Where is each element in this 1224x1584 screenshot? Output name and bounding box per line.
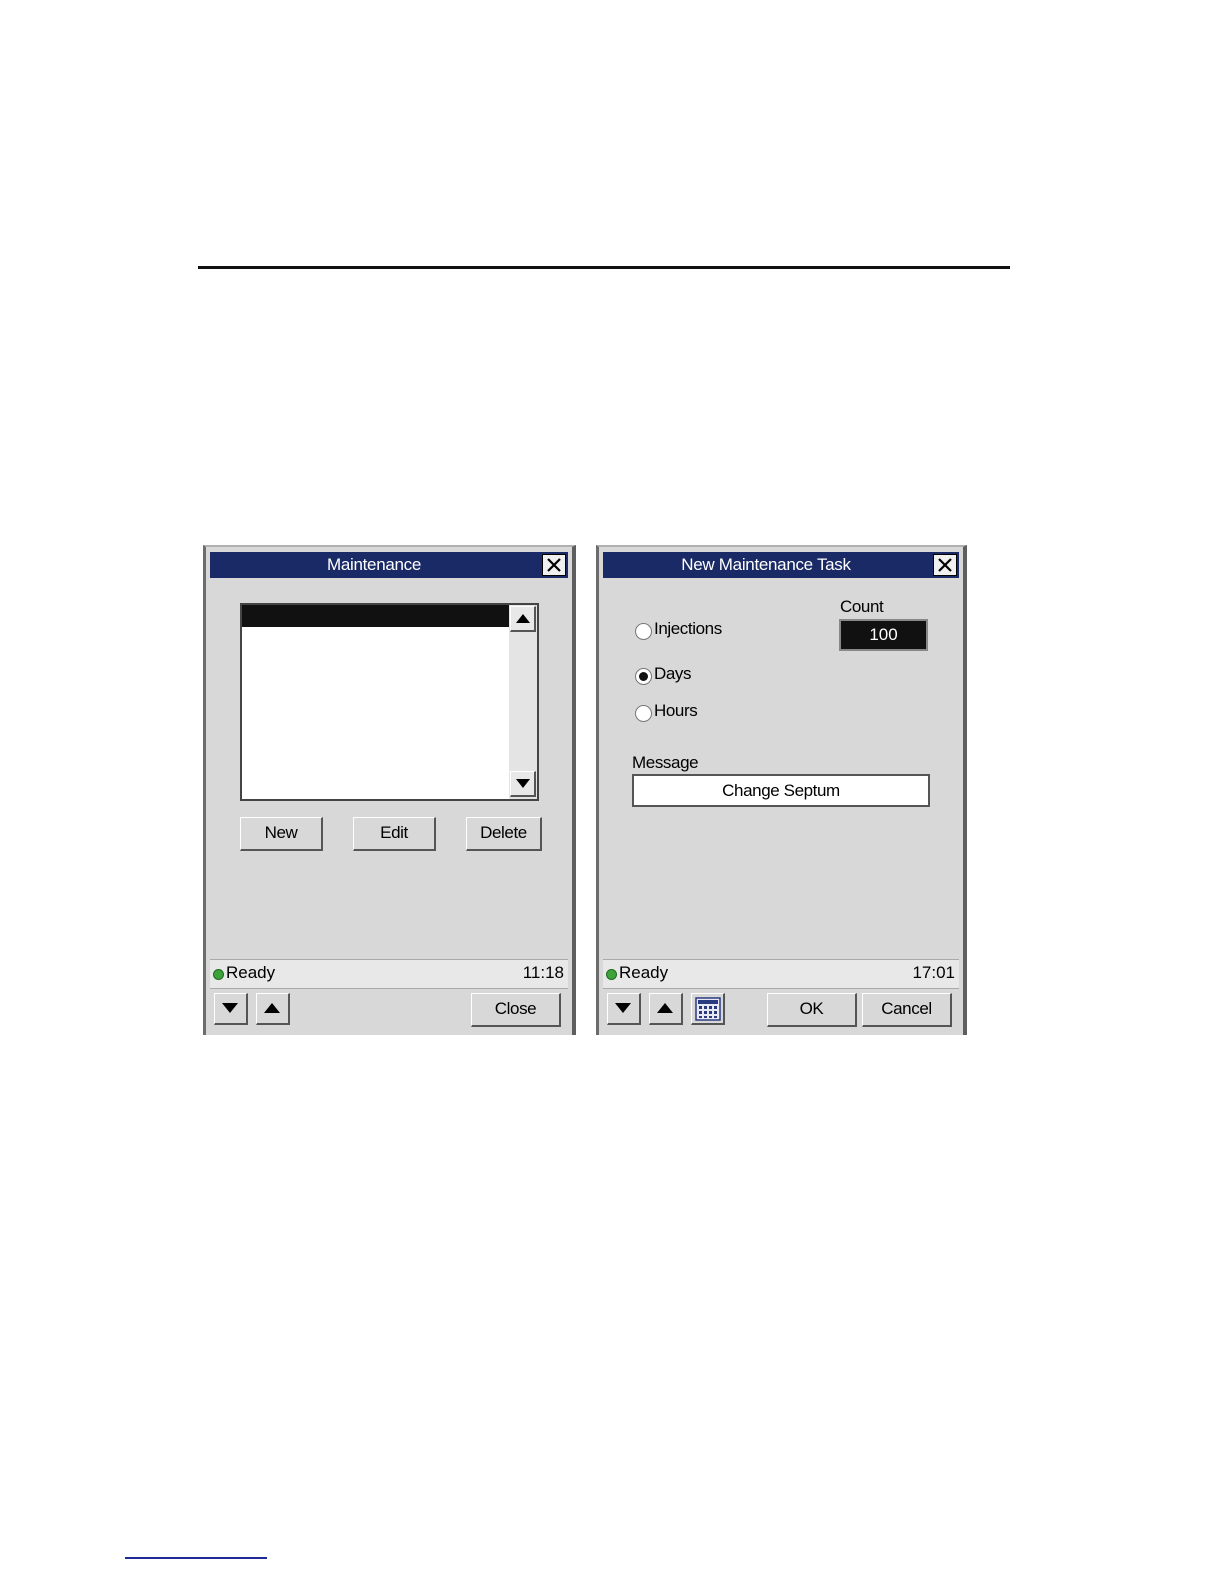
radio-hours-label: Hours	[654, 701, 698, 720]
cancel-button-label: Cancel	[881, 999, 932, 1018]
triangle-down-icon	[516, 779, 530, 788]
maintenance-window: Maintenance New Edit Delete Ready 11:18	[203, 545, 576, 1035]
scroll-down-button[interactable]	[510, 771, 536, 797]
radio-days-label: Days	[654, 664, 692, 683]
scroll-up-button[interactable]	[510, 606, 536, 632]
delete-button[interactable]: Delete	[466, 817, 542, 851]
delete-button-label: Delete	[480, 823, 527, 842]
close-button-label: Close	[494, 999, 537, 1018]
maintenance-title: Maintenance	[326, 555, 422, 574]
arrow-down-icon	[222, 1003, 238, 1013]
new-task-close-icon[interactable]	[933, 554, 957, 576]
status-led-icon	[606, 969, 617, 980]
radio-days[interactable]	[635, 668, 652, 685]
down-button[interactable]	[607, 993, 641, 1025]
bottom-toolbar: OK Cancel	[599, 989, 963, 1033]
header-rule	[198, 266, 1010, 269]
status-bar: Ready 11:18	[210, 959, 568, 989]
maintenance-close-icon[interactable]	[542, 554, 566, 576]
close-button[interactable]: Close	[471, 993, 561, 1027]
maintenance-task-list[interactable]	[240, 603, 539, 801]
message-label: Message	[632, 753, 699, 772]
radio-injections[interactable]	[635, 623, 652, 640]
arrow-up-icon	[657, 1003, 673, 1013]
status-led-icon	[213, 969, 224, 980]
maintenance-titlebar: Maintenance	[210, 552, 568, 578]
arrow-down-icon	[615, 1003, 631, 1013]
new-task-title: New Maintenance Task	[681, 555, 851, 574]
list-item-selected[interactable]	[242, 605, 510, 627]
calculator-icon	[695, 997, 721, 1021]
radio-hours[interactable]	[635, 705, 652, 722]
new-button-label: New	[264, 823, 298, 842]
ok-button[interactable]: OK	[767, 993, 857, 1027]
arrow-up-icon	[264, 1003, 280, 1013]
bottom-toolbar: Close	[206, 989, 572, 1033]
cancel-button[interactable]: Cancel	[862, 993, 952, 1027]
calculator-button[interactable]	[691, 993, 725, 1025]
footnote-rule	[125, 1557, 267, 1559]
radio-injections-label: Injections	[654, 619, 722, 638]
status-bar: Ready 17:01	[603, 959, 959, 989]
up-button[interactable]	[649, 993, 683, 1025]
new-task-titlebar: New Maintenance Task	[603, 552, 959, 578]
down-button[interactable]	[214, 993, 248, 1025]
list-scrollbar[interactable]	[509, 605, 537, 799]
status-text: Ready	[619, 963, 669, 982]
message-input[interactable]: Change Septum	[632, 774, 930, 807]
status-time: 11:18	[522, 963, 564, 982]
ok-button-label: OK	[799, 999, 824, 1018]
triangle-up-icon	[516, 614, 530, 623]
edit-button-label: Edit	[380, 823, 408, 842]
count-label: Count	[840, 597, 884, 616]
status-text: Ready	[226, 963, 276, 982]
up-button[interactable]	[256, 993, 290, 1025]
count-input[interactable]: 100	[839, 619, 928, 651]
status-time: 17:01	[912, 963, 955, 982]
new-maintenance-task-window: New Maintenance Task Injections Days Hou…	[596, 545, 967, 1035]
new-button[interactable]: New	[240, 817, 323, 851]
edit-button[interactable]: Edit	[353, 817, 436, 851]
